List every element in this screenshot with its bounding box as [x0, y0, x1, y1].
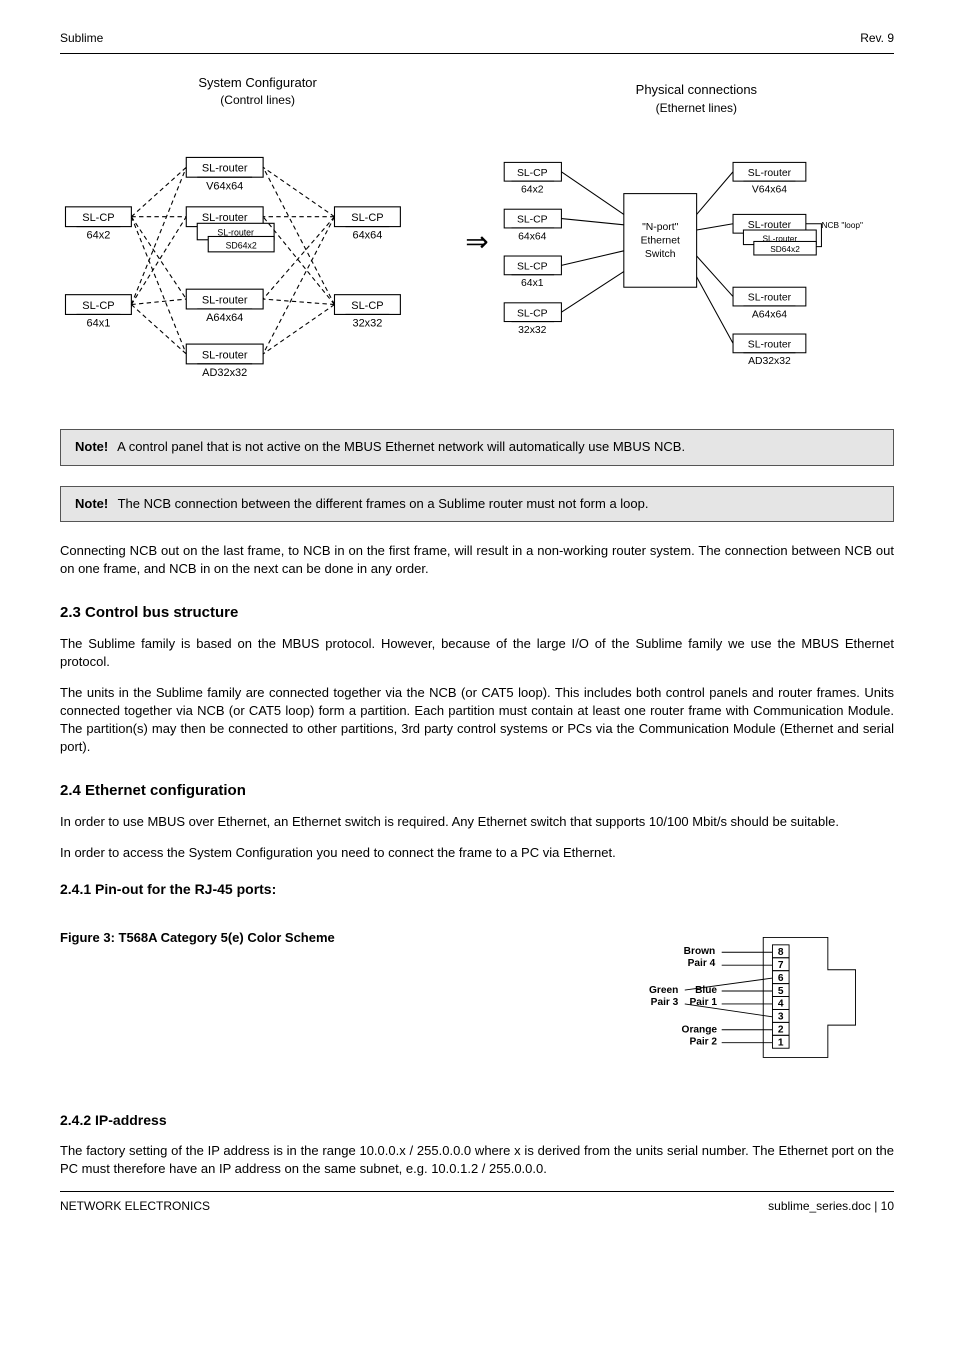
note-text: The NCB connection between the different… [118, 496, 649, 511]
rj45-diagram: 8 7 6 5 4 3 2 1 BrownPair 4 GreenPair [634, 919, 894, 1090]
svg-text:Pair 4: Pair 4 [688, 958, 716, 969]
svg-text:4: 4 [778, 999, 784, 1010]
svg-text:1: 1 [778, 1038, 784, 1049]
heading-ip: 2.4.2 IP-address [60, 1111, 894, 1131]
svg-text:2: 2 [778, 1025, 784, 1036]
top-diagram-row: System Configurator (Control lines) SL-C… [60, 74, 894, 410]
svg-text:SL-router: SL-router [202, 212, 248, 224]
svg-text:Green: Green [649, 985, 678, 996]
svg-text:AD32x32: AD32x32 [202, 367, 247, 379]
para-after-notes: Connecting NCB out on the last frame, to… [60, 542, 894, 578]
para: In order to use MBUS over Ethernet, an E… [60, 813, 894, 831]
svg-text:SL-CP: SL-CP [517, 215, 548, 226]
heading-pinout: 2.4.1 Pin-out for the RJ-45 ports: [60, 880, 894, 900]
para: The Sublime family is based on the MBUS … [60, 635, 894, 671]
rj45-svg: 8 7 6 5 4 3 2 1 BrownPair 4 GreenPair [634, 919, 874, 1085]
svg-text:32x32: 32x32 [518, 325, 547, 336]
para: The units in the Sublime family are conn… [60, 684, 894, 757]
diagram-left: System Configurator (Control lines) SL-C… [60, 74, 455, 410]
note-label: Note! [75, 439, 108, 454]
diagram-right-sub: (Ethernet lines) [499, 100, 894, 117]
diagram-right-title: Physical connections [499, 81, 894, 99]
svg-text:Switch: Switch [645, 249, 676, 260]
header-right: Rev. 9 [860, 30, 894, 47]
svg-text:SL-CP: SL-CP [351, 212, 383, 224]
page-header: Sublime Rev. 9 [60, 30, 894, 47]
svg-text:64x64: 64x64 [518, 232, 547, 243]
svg-text:5: 5 [778, 986, 784, 997]
diagram-left-sub: (Control lines) [60, 92, 455, 109]
svg-text:SL-CP: SL-CP [351, 300, 383, 312]
svg-text:Pair 2: Pair 2 [689, 1037, 717, 1048]
note-box-2: Note! The NCB connection between the dif… [60, 486, 894, 522]
svg-text:64x1: 64x1 [87, 317, 111, 329]
diagram-left-title: System Configurator [60, 74, 455, 92]
heading-eth-config: 2.4 Ethernet configuration [60, 780, 894, 801]
svg-text:Ethernet: Ethernet [640, 236, 679, 247]
svg-text:SL-CP: SL-CP [517, 309, 548, 320]
note-text: A control panel that is not active on th… [117, 439, 685, 454]
svg-text:7: 7 [778, 960, 784, 971]
footer-right: sublime_series.doc | 10 [768, 1198, 894, 1215]
diagram-right: Physical connections (Ethernet lines) SL… [499, 81, 894, 402]
svg-text:A64x64: A64x64 [206, 312, 243, 324]
header-rule [60, 53, 894, 54]
svg-text:64x1: 64x1 [521, 278, 544, 289]
footer-left: NETWORK ELECTRONICS [60, 1198, 210, 1215]
svg-text:"N-port": "N-port" [642, 222, 679, 233]
svg-text:SL-router: SL-router [748, 168, 792, 179]
diagram-left-svg: SL-CP 64x2 SL-CP 64x1 SL-router V64x64 S… [60, 119, 455, 404]
svg-text:32x32: 32x32 [352, 317, 382, 329]
note-box-1: Note! A control panel that is not active… [60, 429, 894, 465]
note-label: Note! [75, 496, 108, 511]
svg-text:SD64x2: SD64x2 [226, 240, 257, 250]
svg-text:Blue: Blue [695, 985, 717, 996]
svg-text:SL-CP: SL-CP [82, 300, 114, 312]
svg-text:3: 3 [778, 1012, 784, 1023]
para: In order to access the System Configurat… [60, 844, 894, 862]
implies-arrow-icon: ⇒ [465, 222, 488, 261]
svg-text:V64x64: V64x64 [752, 185, 787, 196]
svg-text:SL-router: SL-router [217, 227, 254, 237]
svg-text:Orange: Orange [682, 1025, 718, 1036]
svg-text:SL-CP: SL-CP [517, 168, 548, 179]
footer-rule [60, 1191, 894, 1192]
svg-text:Brown: Brown [684, 946, 716, 957]
svg-text:AD32x32: AD32x32 [748, 356, 791, 367]
svg-text:8: 8 [778, 947, 784, 958]
rj45-figure-row: Figure 3: T568A Category 5(e) Color Sche… [60, 919, 894, 1090]
svg-text:6: 6 [778, 973, 784, 984]
svg-text:NCB "loop": NCB "loop" [821, 220, 863, 230]
svg-text:Pair 3: Pair 3 [651, 997, 679, 1008]
svg-text:SL-router: SL-router [202, 349, 248, 361]
diagram-right-svg: SL-CP 64x2 SL-CP 64x64 SL-CP 64x1 SL-CP 32x3… [499, 126, 894, 396]
svg-text:64x2: 64x2 [521, 185, 544, 196]
svg-text:V64x64: V64x64 [206, 180, 243, 192]
svg-text:SL-router: SL-router [748, 340, 792, 351]
rj45-figure-caption: Figure 3: T568A Category 5(e) Color Sche… [60, 919, 614, 947]
svg-text:SL-router: SL-router [748, 293, 792, 304]
page-footer: NETWORK ELECTRONICS sublime_series.doc |… [60, 1198, 894, 1215]
svg-text:SL-router: SL-router [748, 220, 792, 231]
svg-text:SD64x2: SD64x2 [770, 244, 800, 254]
svg-text:SL-CP: SL-CP [517, 262, 548, 273]
svg-text:A64x64: A64x64 [752, 310, 787, 321]
svg-text:SL-CP: SL-CP [82, 212, 114, 224]
svg-text:SL-router: SL-router [202, 162, 248, 174]
para: The factory setting of the IP address is… [60, 1142, 894, 1178]
heading-control-bus: 2.3 Control bus structure [60, 602, 894, 623]
svg-text:64x64: 64x64 [352, 229, 382, 241]
svg-text:SL-router: SL-router [202, 294, 248, 306]
header-left: Sublime [60, 30, 103, 47]
svg-text:64x2: 64x2 [87, 229, 111, 241]
svg-text:Pair 1: Pair 1 [689, 997, 717, 1008]
